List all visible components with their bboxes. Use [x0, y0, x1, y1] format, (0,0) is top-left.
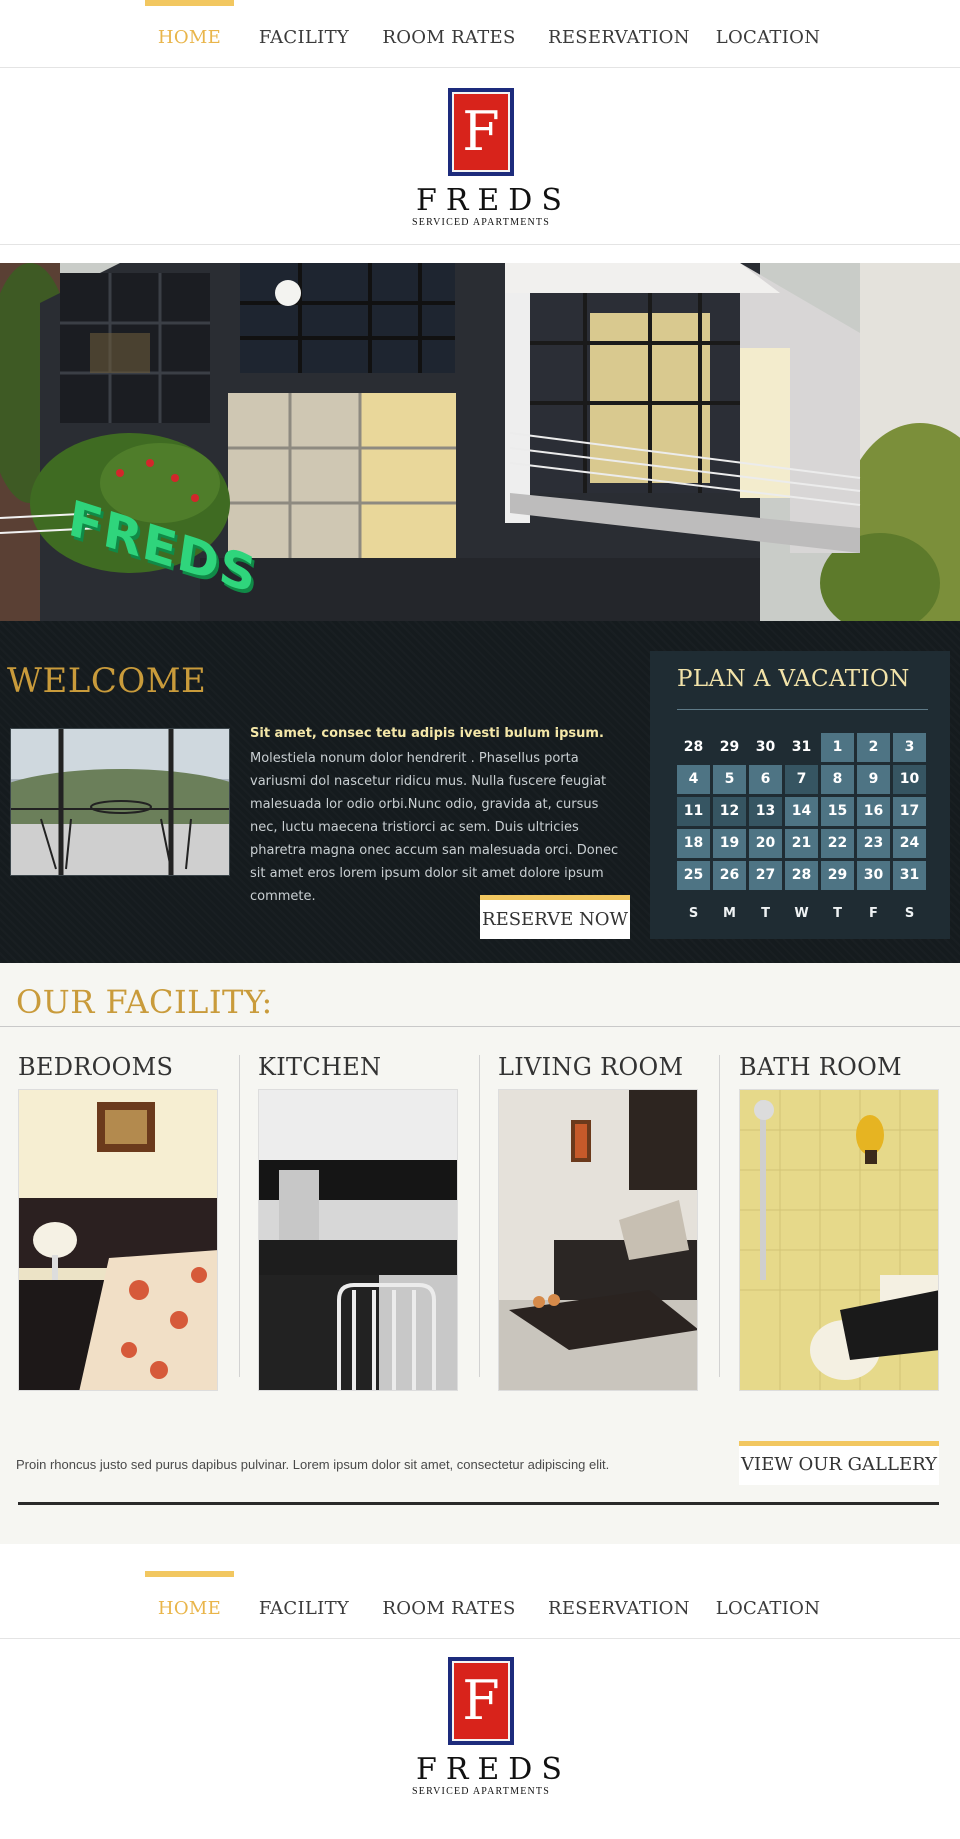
logo-band: F FREDS SERVICED APARTMENTS	[0, 68, 960, 245]
calendar-day[interactable]: 27	[749, 861, 782, 890]
facility-note: Proin rhoncus justo sed purus dapibus pu…	[16, 1457, 610, 1472]
logo-mark: F	[448, 1657, 514, 1745]
top-nav: HOME FACILITY ROOM RATES RESERVATION LOC…	[0, 0, 960, 68]
logo-mark: F	[448, 88, 514, 176]
site-logo[interactable]: F FREDS SERVICED APARTMENTS	[408, 88, 571, 228]
calendar-day[interactable]: 28	[785, 861, 818, 890]
calendar-day[interactable]: 14	[785, 797, 818, 826]
facility-section: OUR FACILITY: BEDROOMS KITCHEN LIVING RO…	[0, 963, 960, 1544]
calendar-day[interactable]: 18	[677, 829, 710, 858]
facility-card-title: LIVING ROOM	[498, 1053, 684, 1081]
logo-tagline: SERVICED APARTMENTS	[412, 1786, 550, 1797]
footer-logo-band: F FREDS SERVICED APARTMENTS	[0, 1639, 960, 1839]
welcome-section: WELCOME Sit amet, consec tetu adipis ive…	[0, 621, 960, 963]
logo-letter: F	[452, 1661, 510, 1741]
calendar-day: 31	[791, 739, 812, 755]
living-room-photo[interactable]	[498, 1089, 698, 1391]
bedroom-photo[interactable]	[18, 1089, 218, 1391]
logo-letter: F	[452, 92, 510, 172]
facility-card-title: BATH ROOM	[739, 1053, 902, 1081]
calendar-day[interactable]: 1	[821, 733, 854, 762]
calendar-day[interactable]: 17	[893, 797, 926, 826]
calendar-day[interactable]: 16	[857, 797, 890, 826]
calendar-day[interactable]: 3	[893, 733, 926, 762]
footer-nav: HOME FACILITY ROOM RATES RESERVATION LOC…	[0, 1571, 960, 1639]
calendar-day: 29	[719, 739, 740, 755]
calendar-weekday: T	[833, 906, 842, 921]
calendar-day[interactable]: 7	[785, 765, 818, 794]
calendar-weekday: F	[869, 906, 878, 921]
facility-kitchen[interactable]: KITCHEN	[258, 1053, 458, 1391]
calendar-day: 28	[683, 739, 704, 755]
calendar-day[interactable]: 22	[821, 829, 854, 858]
calendar-day[interactable]: 25	[677, 861, 710, 890]
logo-name: FREDS	[416, 1752, 571, 1787]
calendar-day[interactable]: 8	[821, 765, 854, 794]
calendar-day[interactable]: 12	[713, 797, 746, 826]
kitchen-photo[interactable]	[258, 1089, 458, 1391]
calendar-day[interactable]: 11	[677, 797, 710, 826]
calendar-day: 30	[755, 739, 776, 755]
welcome-lead: Sit amet, consec tetu adipis ivesti bulu…	[250, 726, 604, 741]
logo-tagline: SERVICED APARTMENTS	[412, 217, 550, 228]
hero-image: FREDS	[0, 263, 960, 621]
nav-reservation[interactable]: RESERVATION	[548, 0, 689, 68]
calendar-day[interactable]: 5	[713, 765, 746, 794]
calendar-day[interactable]: 26	[713, 861, 746, 890]
facility-living-room[interactable]: LIVING ROOM	[498, 1053, 698, 1391]
facility-divider	[0, 1026, 960, 1027]
calendar-day[interactable]: 29	[821, 861, 854, 890]
calendar-weekday: W	[794, 906, 809, 921]
calendar-day[interactable]: 13	[749, 797, 782, 826]
column-divider	[239, 1055, 240, 1377]
calendar-weekday: M	[723, 906, 736, 921]
nav-facility[interactable]: FACILITY	[258, 1571, 350, 1639]
facility-card-title: BEDROOMS	[18, 1053, 174, 1081]
calendar-day[interactable]: 10	[893, 765, 926, 794]
calendar-day[interactable]: 20	[749, 829, 782, 858]
calendar-day[interactable]: 9	[857, 765, 890, 794]
plan-title: PLAN A VACATION	[677, 666, 910, 692]
bath-room-photo[interactable]	[739, 1089, 939, 1391]
plan-divider	[677, 709, 928, 710]
calendar-weekday: T	[761, 906, 770, 921]
nav-facility[interactable]: FACILITY	[258, 0, 350, 68]
facility-card-title: KITCHEN	[258, 1053, 382, 1081]
nav-room-rates[interactable]: ROOM RATES	[380, 1571, 518, 1639]
facility-title: OUR FACILITY:	[16, 983, 273, 1021]
calendar-day[interactable]: 31	[893, 861, 926, 890]
calendar-day[interactable]: 30	[857, 861, 890, 890]
calendar-day[interactable]: 19	[713, 829, 746, 858]
facility-bedrooms[interactable]: BEDROOMS	[18, 1053, 218, 1391]
nav-location[interactable]: LOCATION	[712, 1571, 824, 1639]
calendar-day[interactable]: 21	[785, 829, 818, 858]
calendar-day[interactable]: 24	[893, 829, 926, 858]
reserve-now-button[interactable]: RESERVE NOW	[480, 895, 630, 939]
facility-bottom-rule	[18, 1502, 939, 1505]
calendar-weekday: S	[688, 906, 699, 921]
nav-reservation[interactable]: RESERVATION	[548, 1571, 689, 1639]
calendar-day[interactable]: 15	[821, 797, 854, 826]
logo-name: FREDS	[416, 183, 571, 218]
welcome-photo	[10, 728, 230, 876]
facility-bath-room[interactable]: BATH ROOM	[739, 1053, 939, 1391]
welcome-title: WELCOME	[7, 661, 207, 701]
site-logo[interactable]: F FREDS SERVICED APARTMENTS	[408, 1657, 571, 1797]
calendar-day[interactable]: 6	[749, 765, 782, 794]
calendar-day[interactable]: 23	[857, 829, 890, 858]
nav-home[interactable]: HOME	[145, 1571, 234, 1639]
nav-room-rates[interactable]: ROOM RATES	[380, 0, 518, 68]
column-divider	[479, 1055, 480, 1377]
nav-location[interactable]: LOCATION	[712, 0, 824, 68]
plan-vacation-panel: PLAN A VACATION 28 29 30 31 1 2 3 4 5 6 7 8 9 10 11 12 1…	[650, 651, 950, 939]
calendar-day[interactable]: 4	[677, 765, 710, 794]
calendar-weekday: S	[904, 906, 915, 921]
nav-home[interactable]: HOME	[145, 0, 234, 68]
calendar-day[interactable]: 2	[857, 733, 890, 762]
column-divider	[719, 1055, 720, 1377]
welcome-body: Molestiela nonum dolor hendrerit . Phase…	[250, 751, 619, 904]
view-gallery-button[interactable]: VIEW OUR GALLERY	[739, 1441, 939, 1485]
